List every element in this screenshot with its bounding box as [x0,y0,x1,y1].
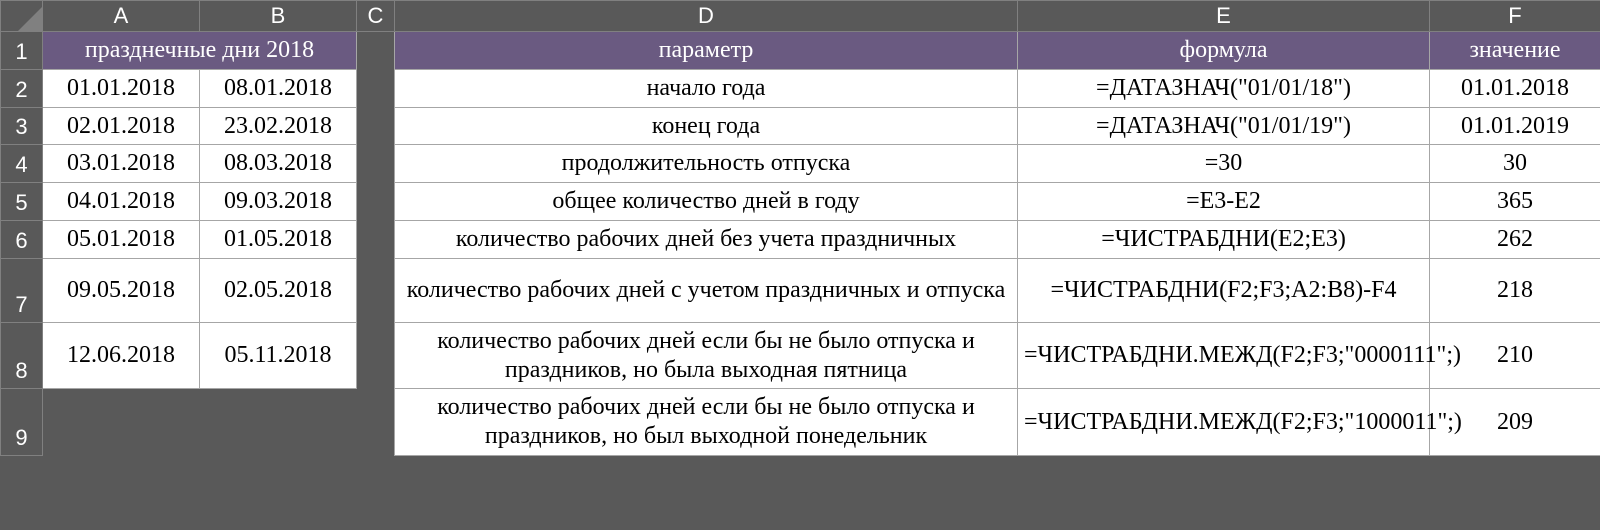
col-header-A[interactable]: A [43,1,200,32]
row-header-9[interactable]: 9 [1,389,43,456]
cell-F4[interactable]: 30 [1430,145,1600,183]
cell-A5[interactable]: 04.01.2018 [43,183,200,221]
cell-E3[interactable]: =ДАТАЗНАЧ("01/01/19") [1018,107,1430,145]
cell-D8[interactable]: количество рабочих дней если бы не было … [395,322,1018,389]
cell-C2[interactable] [357,69,395,107]
row-7: 7 09.05.2018 02.05.2018 количество рабоч… [1,258,1600,322]
cell-C5[interactable] [357,183,395,221]
row-header-2[interactable]: 2 [1,69,43,107]
cell-E4[interactable]: =30 [1018,145,1430,183]
cell-C1[interactable] [357,32,395,70]
select-all-corner[interactable] [1,1,43,32]
cell-C3[interactable] [357,107,395,145]
cell-A2[interactable]: 01.01.2018 [43,69,200,107]
cell-D1[interactable]: параметр [395,32,1018,70]
column-header-row: A B C D E F [1,1,1600,32]
row-header-3[interactable]: 3 [1,107,43,145]
cell-B9[interactable] [200,389,357,456]
cell-B7[interactable]: 02.05.2018 [200,258,357,322]
col-header-F[interactable]: F [1430,1,1600,32]
cell-B2[interactable]: 08.01.2018 [200,69,357,107]
cell-E9[interactable]: =ЧИСТРАБДНИ.МЕЖД(F2;F3;"1000011";) [1018,389,1430,456]
row-header-5[interactable]: 5 [1,183,43,221]
cell-C4[interactable] [357,145,395,183]
cell-C9[interactable] [357,389,395,456]
cell-F5[interactable]: 365 [1430,183,1600,221]
row-6: 6 05.01.2018 01.05.2018 количество рабоч… [1,220,1600,258]
row-4: 4 03.01.2018 08.03.2018 продолжительност… [1,145,1600,183]
cell-F3[interactable]: 01.01.2019 [1430,107,1600,145]
cell-F6[interactable]: 262 [1430,220,1600,258]
cell-F2[interactable]: 01.01.2018 [1430,69,1600,107]
cell-E1[interactable]: формула [1018,32,1430,70]
row-header-7[interactable]: 7 [1,258,43,322]
cell-A9[interactable] [43,389,200,456]
cell-E2[interactable]: =ДАТАЗНАЧ("01/01/18") [1018,69,1430,107]
cell-E6[interactable]: =ЧИСТРАБДНИ(E2;E3) [1018,220,1430,258]
cell-D4[interactable]: продолжительность отпуска [395,145,1018,183]
cell-E5[interactable]: =E3-E2 [1018,183,1430,221]
row-1: 1 празднечные дни 2018 параметр формула … [1,32,1600,70]
row-5: 5 04.01.2018 09.03.2018 общее количество… [1,183,1600,221]
cell-E7[interactable]: =ЧИСТРАБДНИ(F2;F3;A2:B8)-F4 [1018,258,1430,322]
col-header-D[interactable]: D [395,1,1018,32]
cell-D2[interactable]: начало года [395,69,1018,107]
cell-B4[interactable]: 08.03.2018 [200,145,357,183]
row-3: 3 02.01.2018 23.02.2018 конец года =ДАТА… [1,107,1600,145]
cell-D6[interactable]: количество рабочих дней без учета праздн… [395,220,1018,258]
col-header-E[interactable]: E [1018,1,1430,32]
cell-A6[interactable]: 05.01.2018 [43,220,200,258]
cell-B6[interactable]: 01.05.2018 [200,220,357,258]
row-header-8[interactable]: 8 [1,322,43,389]
col-header-B[interactable]: B [200,1,357,32]
cell-C6[interactable] [357,220,395,258]
row-8: 8 12.06.2018 05.11.2018 количество рабоч… [1,322,1600,389]
cell-D3[interactable]: конец года [395,107,1018,145]
cell-B3[interactable]: 23.02.2018 [200,107,357,145]
cell-A3[interactable]: 02.01.2018 [43,107,200,145]
cell-B5[interactable]: 09.03.2018 [200,183,357,221]
cell-C8[interactable] [357,322,395,389]
cell-A1-B1[interactable]: празднечные дни 2018 [43,32,357,70]
row-header-4[interactable]: 4 [1,145,43,183]
row-9: 9 количество рабочих дней если бы не был… [1,389,1600,456]
cell-F1[interactable]: значение [1430,32,1600,70]
cell-D5[interactable]: общее количество дней в году [395,183,1018,221]
row-header-1[interactable]: 1 [1,32,43,70]
cell-C7[interactable] [357,258,395,322]
spreadsheet: A B C D E F 1 празднечные дни 2018 парам… [0,0,1600,530]
cell-D9[interactable]: количество рабочих дней если бы не было … [395,389,1018,456]
cell-A7[interactable]: 09.05.2018 [43,258,200,322]
grid[interactable]: A B C D E F 1 празднечные дни 2018 парам… [0,0,1600,456]
cell-E8[interactable]: =ЧИСТРАБДНИ.МЕЖД(F2;F3;"0000111";) [1018,322,1430,389]
col-header-C[interactable]: C [357,1,395,32]
cell-F7[interactable]: 218 [1430,258,1600,322]
cell-A4[interactable]: 03.01.2018 [43,145,200,183]
cell-D7[interactable]: количество рабочих дней с учетом праздни… [395,258,1018,322]
cell-B8[interactable]: 05.11.2018 [200,322,357,389]
cell-A8[interactable]: 12.06.2018 [43,322,200,389]
row-2: 2 01.01.2018 08.01.2018 начало года =ДАТ… [1,69,1600,107]
row-header-6[interactable]: 6 [1,220,43,258]
